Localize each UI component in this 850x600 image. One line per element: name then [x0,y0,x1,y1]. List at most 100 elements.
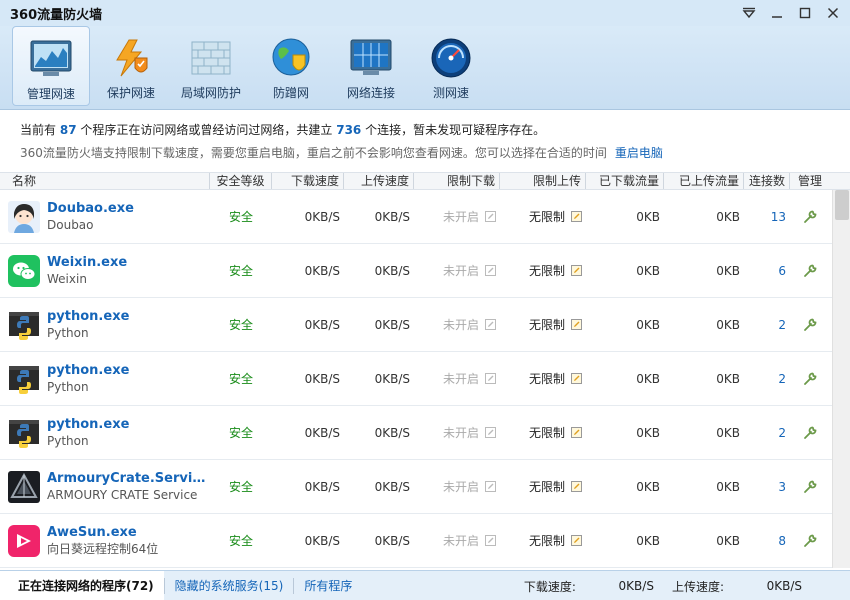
edit-pencil-icon[interactable] [571,319,582,330]
edit-pencil-icon[interactable] [485,265,496,276]
up-speed: 0KB/S [374,263,410,278]
tab-all-programs[interactable]: 所有程序 [294,571,362,600]
speedometer-icon [428,36,474,80]
wrench-icon[interactable] [802,371,818,387]
limit-down-cell[interactable]: 未开启 [414,316,500,333]
network-monitor-icon [348,36,394,80]
restart-link[interactable]: 重启电脑 [615,146,663,160]
connection-count[interactable]: 3 [744,480,790,494]
limit-up-cell[interactable]: 无限制 [500,262,586,279]
connection-count[interactable]: 2 [744,372,790,386]
table-row[interactable]: Doubao.exe Doubao 安全 0KB/S 0KB/S 未开启 无限制… [0,190,832,244]
program-exe[interactable]: python.exe [47,309,129,325]
program-exe[interactable]: Doubao.exe [47,201,134,217]
lightning-shield-icon [108,36,154,80]
limit-down-cell[interactable]: 未开启 [414,370,500,387]
tool-lan-protect[interactable]: 局域网防护 [172,26,250,106]
program-desc: ARMOURY CRATE Service [47,487,198,502]
tool-manage-speed[interactable]: 管理网速 [12,26,90,106]
connection-count[interactable]: 13 [744,210,790,224]
edit-pencil-icon[interactable] [485,373,496,384]
python-icon [8,363,40,395]
connection-count[interactable]: 2 [744,426,790,440]
limit-up-cell[interactable]: 无限制 [500,532,586,549]
program-name-cell: ArmouryCrate.Service.... ARMOURY CRATE S… [0,470,210,503]
up-speed: 0KB/S [374,317,410,332]
total-down-value: 0KB/S [618,579,654,593]
header-down-speed[interactable]: 下载速度 [272,173,344,189]
vertical-scrollbar[interactable] [832,190,850,568]
tool-protect-speed[interactable]: 保护网速 [92,26,170,106]
header-limit-up[interactable]: 限制上传 [500,173,586,189]
edit-pencil-icon[interactable] [485,319,496,330]
tool-anti-leech[interactable]: 防蹭网 [252,26,330,106]
edit-pencil-icon[interactable] [485,427,496,438]
limit-down-value: 未开启 [442,426,479,440]
tool-net-connection[interactable]: 网络连接 [332,26,410,106]
close-icon[interactable] [824,4,842,22]
limit-up-cell[interactable]: 无限制 [500,370,586,387]
uploaded-traffic: 0KB [716,479,740,494]
edit-pencil-icon[interactable] [485,481,496,492]
connection-count[interactable]: 2 [744,318,790,332]
header-security[interactable]: 安全等级 [210,173,272,189]
header-downloaded[interactable]: 已下载流量 [586,173,664,189]
table-row[interactable]: AweSun.exe 向日葵远程控制64位 安全 0KB/S 0KB/S 未开启… [0,514,832,568]
edit-pencil-icon[interactable] [571,373,582,384]
tool-speed-test[interactable]: 测网速 [412,26,490,106]
header-up-speed[interactable]: 上传速度 [344,173,414,189]
limit-up-cell[interactable]: 无限制 [500,208,586,225]
edit-pencil-icon[interactable] [485,211,496,222]
main-toolbar: 管理网速 保护网速 局域网防护 防蹭网 网络连接 测网速 [0,26,850,110]
limit-down-cell[interactable]: 未开启 [414,424,500,441]
maximize-icon[interactable] [796,4,814,22]
down-speed: 0KB/S [304,425,340,440]
wrench-icon[interactable] [802,533,818,549]
table-row[interactable]: Weixin.exe Weixin 安全 0KB/S 0KB/S 未开启 无限制… [0,244,832,298]
wrench-icon[interactable] [802,209,818,225]
table-row[interactable]: python.exe Python 安全 0KB/S 0KB/S 未开启 无限制… [0,352,832,406]
wrench-icon[interactable] [802,317,818,333]
tab-connected-programs[interactable]: 正在连接网络的程序(72) [0,570,164,600]
header-uploaded[interactable]: 已上传流量 [664,173,744,189]
program-desc: Python [47,325,89,340]
limit-down-cell[interactable]: 未开启 [414,208,500,225]
program-exe[interactable]: python.exe [47,417,129,433]
header-manage[interactable]: 管理 [790,173,830,189]
program-exe[interactable]: ArmouryCrate.Service.... [47,471,206,487]
edit-pencil-icon[interactable] [571,211,582,222]
menu-dropdown-icon[interactable] [740,4,758,22]
wrench-icon[interactable] [802,479,818,495]
program-exe[interactable]: AweSun.exe [47,525,158,541]
up-speed: 0KB/S [374,479,410,494]
connection-count[interactable]: 8 [744,534,790,548]
manage-cell [790,533,830,549]
header-limit-down[interactable]: 限制下载 [414,173,500,189]
limit-down-cell[interactable]: 未开启 [414,478,500,495]
edit-pencil-icon[interactable] [571,265,582,276]
edit-pencil-icon[interactable] [571,535,582,546]
wrench-icon[interactable] [802,263,818,279]
table-row[interactable]: python.exe Python 安全 0KB/S 0KB/S 未开启 无限制… [0,298,832,352]
program-exe[interactable]: python.exe [47,363,129,379]
edit-pencil-icon[interactable] [571,481,582,492]
minimize-icon[interactable] [768,4,786,22]
edit-pencil-icon[interactable] [571,427,582,438]
header-connections[interactable]: 连接数 [744,173,790,189]
limit-up-cell[interactable]: 无限制 [500,316,586,333]
table-row[interactable]: python.exe Python 安全 0KB/S 0KB/S 未开启 无限制… [0,406,832,460]
connection-count[interactable]: 6 [744,264,790,278]
limit-down-cell[interactable]: 未开启 [414,532,500,549]
table-row[interactable]: ArmouryCrate.Service.... ARMOURY CRATE S… [0,460,832,514]
tab-hidden-services[interactable]: 隐藏的系统服务(15) [165,571,294,600]
program-exe[interactable]: Weixin.exe [47,255,127,271]
header-name[interactable]: 名称 [0,173,210,189]
limit-down-cell[interactable]: 未开启 [414,262,500,279]
limit-up-cell[interactable]: 无限制 [500,478,586,495]
wrench-icon[interactable] [802,425,818,441]
program-name-cell: python.exe Python [0,309,210,341]
downloaded-traffic: 0KB [636,479,660,494]
scroll-thumb[interactable] [835,190,849,220]
limit-up-cell[interactable]: 无限制 [500,424,586,441]
edit-pencil-icon[interactable] [485,535,496,546]
